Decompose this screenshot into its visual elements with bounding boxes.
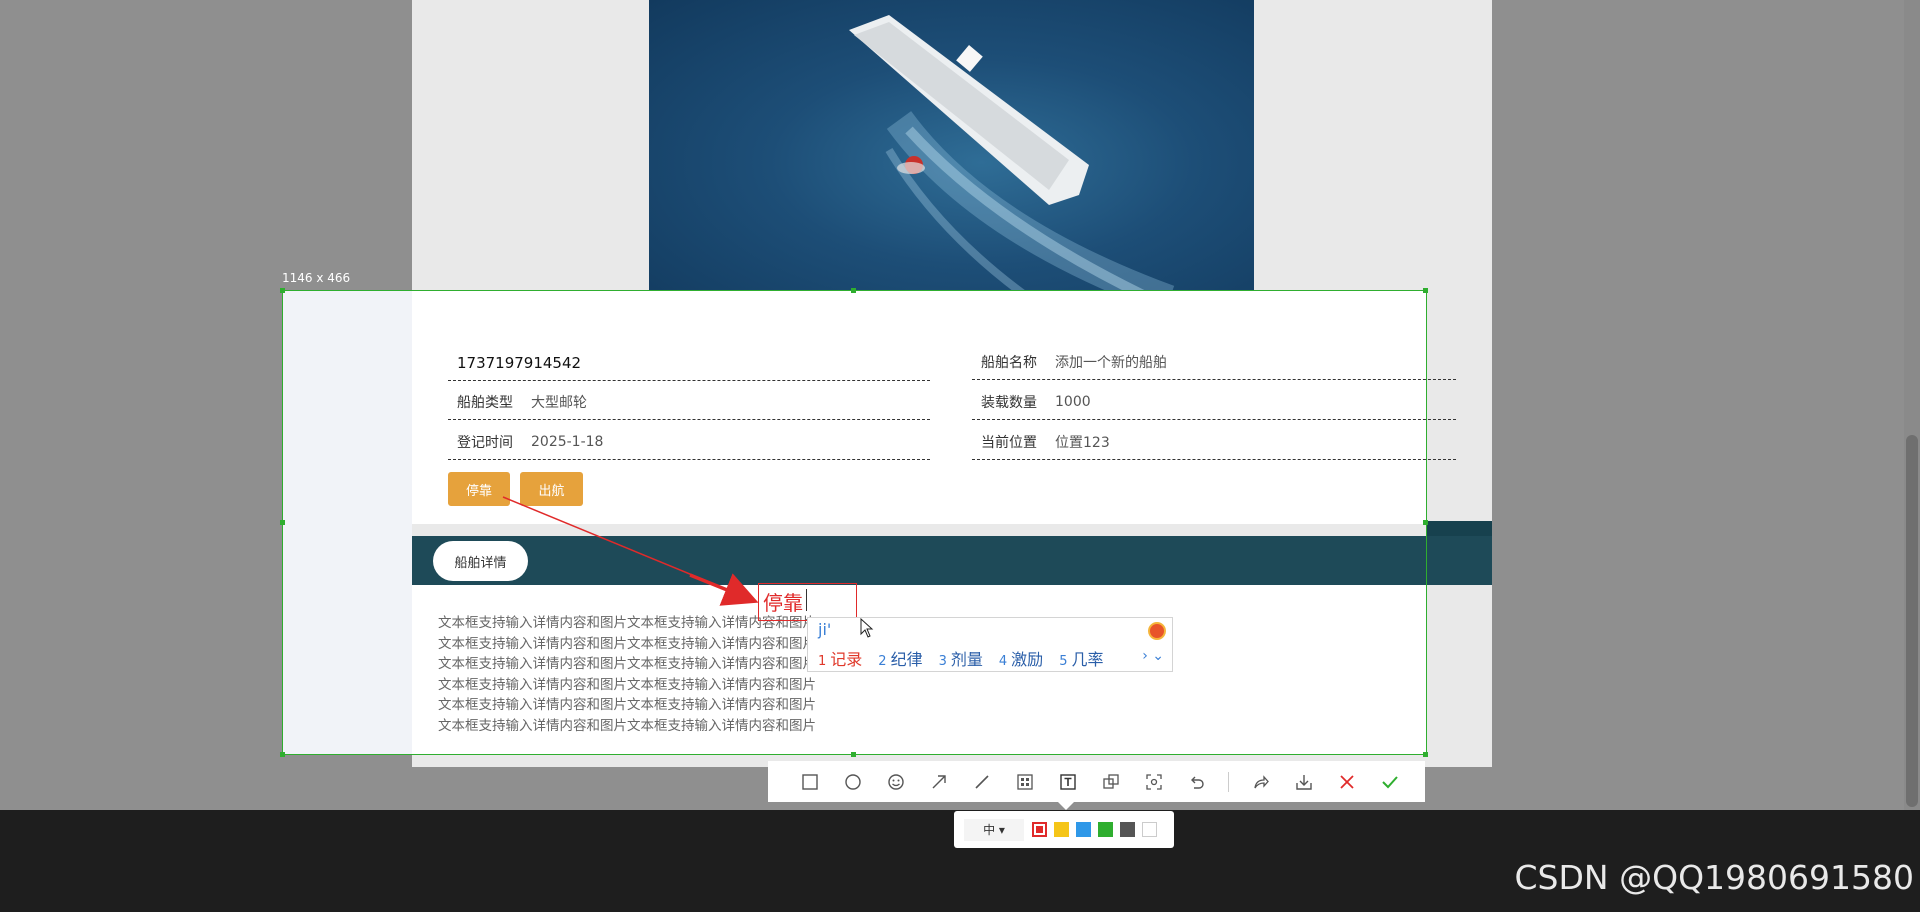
circle-icon[interactable] xyxy=(831,761,874,802)
color-swatch-red[interactable] xyxy=(1032,822,1047,837)
close-icon[interactable] xyxy=(1325,761,1368,802)
download-icon[interactable] xyxy=(1282,761,1325,802)
ocr-icon[interactable] xyxy=(1132,761,1175,802)
pin-icon[interactable] xyxy=(1089,761,1132,802)
text-icon[interactable] xyxy=(1046,761,1089,802)
arrow-icon[interactable] xyxy=(917,761,960,802)
color-swatch-white[interactable] xyxy=(1142,822,1157,837)
candidate-number: 1 xyxy=(818,654,827,669)
emoji-icon[interactable] xyxy=(874,761,917,802)
ime-candidate[interactable]: 4 激励 xyxy=(999,646,1043,670)
screenshot-toolbar xyxy=(768,761,1425,802)
candidate-number: 3 xyxy=(938,654,947,669)
text-annotation[interactable]: 停靠 xyxy=(763,587,803,616)
ime-candidate[interactable]: 3 剂量 xyxy=(939,646,983,670)
candidate-number: 4 xyxy=(998,654,1008,669)
color-swatch-blue[interactable] xyxy=(1076,822,1091,837)
candidate-text: 剂量 xyxy=(950,650,983,669)
text-caret xyxy=(806,589,807,611)
candidate-number: 2 xyxy=(878,654,887,669)
ime-logo-icon[interactable] xyxy=(1148,622,1166,640)
ime-candidate[interactable]: 2 纪律 xyxy=(878,646,922,670)
ime-input: ji' xyxy=(818,620,832,639)
mouse-cursor-icon xyxy=(860,618,874,638)
candidate-text: 记录 xyxy=(830,650,863,669)
ime-candidate[interactable]: 1 记录 xyxy=(818,646,862,670)
line-icon[interactable] xyxy=(960,761,1003,802)
toolbar-pointer xyxy=(1058,802,1074,810)
color-swatch-green[interactable] xyxy=(1098,822,1113,837)
candidate-number: 5 xyxy=(1059,654,1068,669)
color-swatch-yellow[interactable] xyxy=(1054,822,1069,837)
candidate-text: 激励 xyxy=(1011,650,1044,669)
text-style-toolbar: 中 ▾ xyxy=(954,811,1174,848)
mosaic-icon[interactable] xyxy=(1003,761,1046,802)
candidate-text: 几率 xyxy=(1071,650,1104,669)
candidate-text: 纪律 xyxy=(890,650,923,669)
color-swatch-gray[interactable] xyxy=(1120,822,1135,837)
share-icon[interactable] xyxy=(1239,761,1282,802)
confirm-icon[interactable] xyxy=(1368,761,1411,802)
undo-icon[interactable] xyxy=(1175,761,1218,802)
toolbar-divider xyxy=(1228,771,1229,792)
font-size-select[interactable]: 中 ▾ xyxy=(964,818,1024,841)
ime-more-icon[interactable]: › ⌄ xyxy=(1142,648,1164,664)
rectangle-icon[interactable] xyxy=(788,761,831,802)
watermark: CSDN @QQ1980691580 xyxy=(1514,858,1914,897)
ime-candidate[interactable]: 5 几率 xyxy=(1059,646,1103,670)
